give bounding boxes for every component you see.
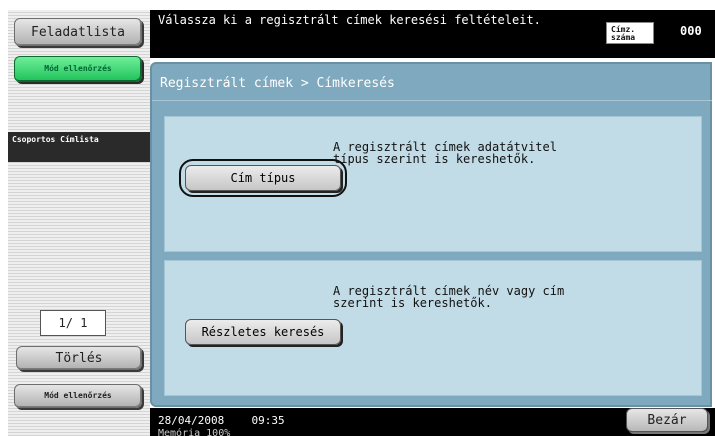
address-count-label: Címz. száma xyxy=(606,22,654,44)
detailed-search-label: Részletes keresés xyxy=(201,325,325,339)
sidebar: Feladatlista Mód ellenőrzés Csoportos Cí… xyxy=(8,10,150,436)
address-type-label: Cím típus xyxy=(230,171,296,185)
address-type-description: A regisztrált címek adatátvitel típus sz… xyxy=(333,140,557,166)
instruction-message: Válassza ki a regisztrált címek keresési… xyxy=(158,13,541,27)
main-panel: Regisztrált címek > Címkeresés Cím típus… xyxy=(150,62,712,407)
status-time: 09:35 xyxy=(251,414,285,427)
detailed-search-option-panel: Részletes keresés A regisztrált címek né… xyxy=(164,260,702,396)
address-count-value: 000 xyxy=(680,24,702,38)
mode-check-button-top[interactable]: Mód ellenőrzés xyxy=(14,56,142,82)
close-label: Bezár xyxy=(647,412,687,428)
mode-check-label-top: Mód ellenőrzés xyxy=(44,64,112,73)
memory-status: Memória 100% xyxy=(158,428,231,436)
delete-button[interactable]: Törlés xyxy=(16,346,142,370)
status-bar: 28/04/2008 09:35 Memória 100% Bezár xyxy=(150,408,715,436)
group-address-list-tab[interactable]: Csoportos Címlista xyxy=(8,132,150,162)
message-bar: Válassza ki a regisztrált címek keresési… xyxy=(150,10,715,58)
mode-check-button-bottom[interactable]: Mód ellenőrzés xyxy=(14,384,142,408)
breadcrumb: Regisztrált címek > Címkeresés xyxy=(160,76,395,91)
address-type-option-panel: Cím típus A regisztrált címek adatátvite… xyxy=(164,116,702,252)
delete-label: Törlés xyxy=(55,350,103,366)
status-date: 28/04/2008 xyxy=(158,414,225,427)
close-button[interactable]: Bezár xyxy=(626,408,708,432)
breadcrumb-divider xyxy=(152,100,712,101)
status-datetime: 28/04/2008 09:35 xyxy=(158,414,285,427)
page-counter: 1/ 1 xyxy=(40,310,106,336)
job-list-label: Feladatlista xyxy=(31,24,125,40)
detailed-search-description: A regisztrált címek név vagy cím szerint… xyxy=(333,284,565,310)
address-type-button[interactable]: Cím típus xyxy=(185,165,341,191)
copier-control-panel-screen: Feladatlista Mód ellenőrzés Csoportos Cí… xyxy=(0,0,715,436)
job-list-button[interactable]: Feladatlista xyxy=(14,18,142,46)
group-address-list-label: Csoportos Címlista xyxy=(12,135,99,144)
detailed-search-button[interactable]: Részletes keresés xyxy=(185,319,341,345)
page-counter-value: 1/ 1 xyxy=(58,316,88,330)
mode-check-label-bottom: Mód ellenőrzés xyxy=(44,391,112,400)
